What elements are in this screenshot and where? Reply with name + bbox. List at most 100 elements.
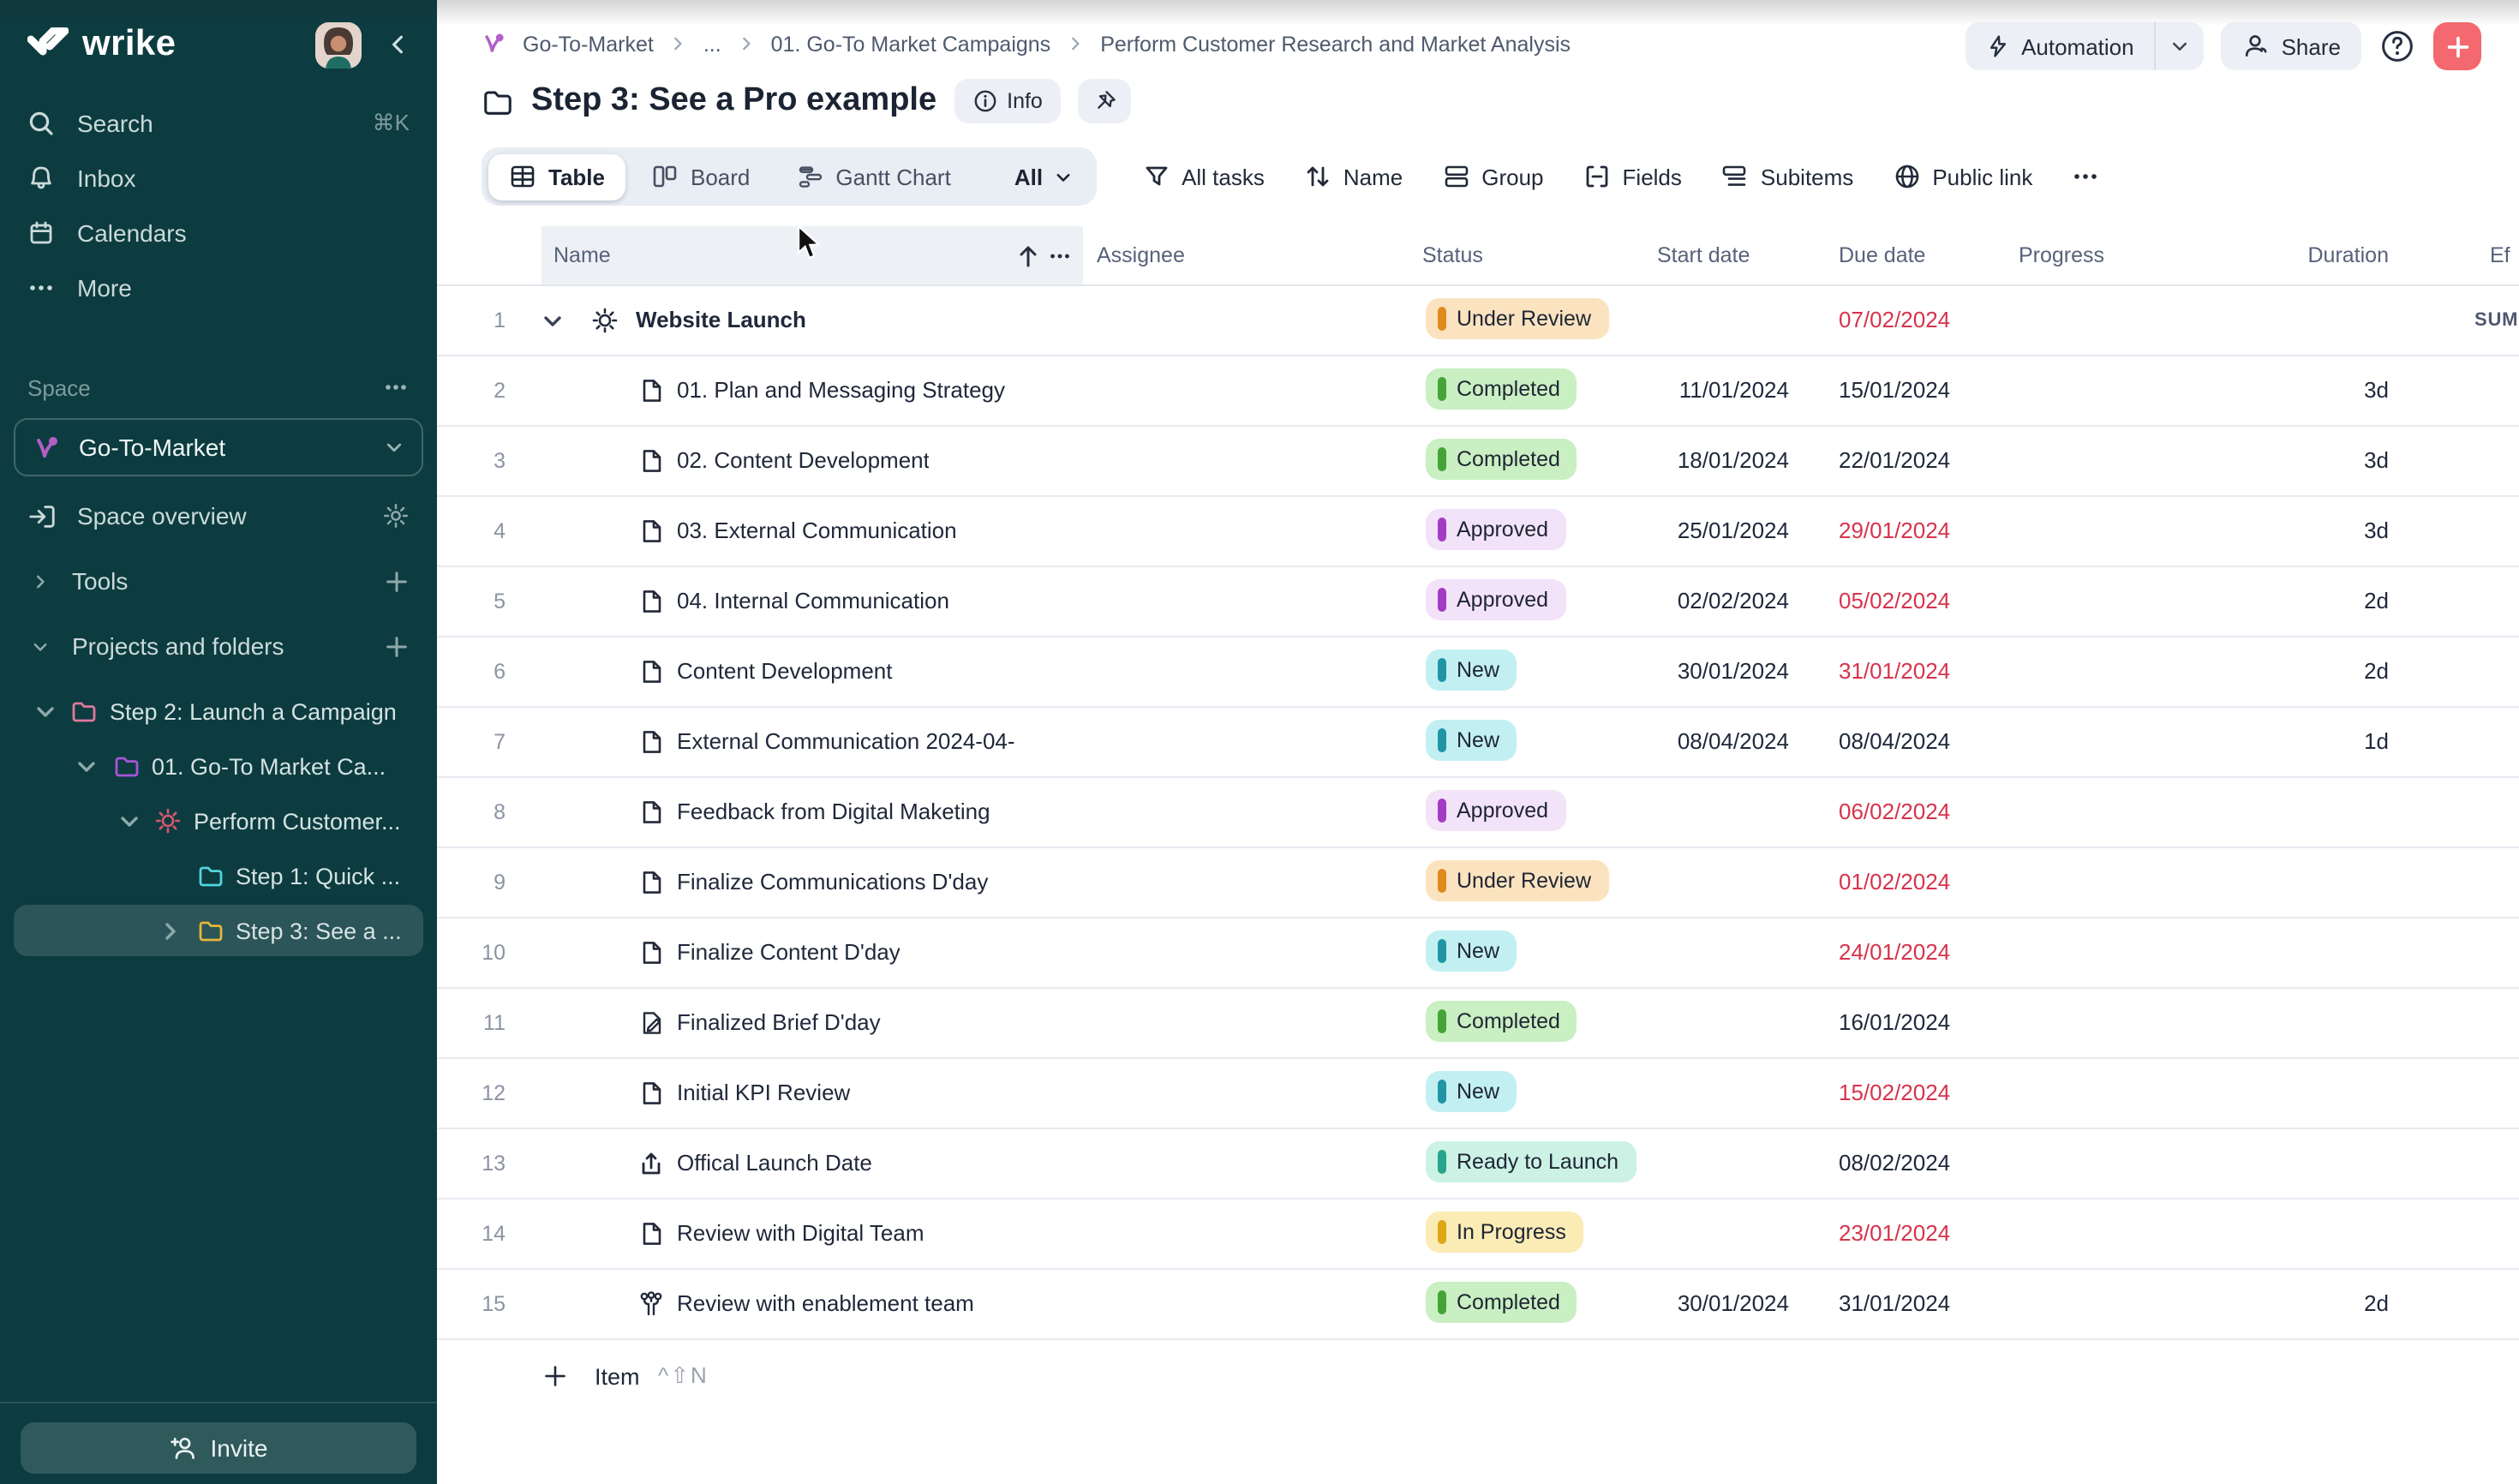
status-badge[interactable]: Under Review [1426,860,1608,901]
due-date[interactable]: 08/04/2024 [1839,706,1950,776]
start-date[interactable]: 25/01/2024 [1618,495,1789,565]
start-date[interactable]: 30/01/2024 [1618,1268,1789,1338]
task-name[interactable]: Feedback from Digital Maketing [677,776,990,847]
toolbar-sort-name-button[interactable]: Name [1304,163,1403,190]
pin-button[interactable] [1079,79,1132,123]
due-date[interactable]: 06/02/2024 [1839,776,1950,847]
task-name[interactable]: 01. Plan and Messaging Strategy [677,355,1005,425]
table-row[interactable]: 504. Internal CommunicationApproved02/02… [437,565,2519,637]
duration[interactable]: 2d [2217,636,2389,706]
collapse-sidebar-icon[interactable] [382,29,413,60]
table-row[interactable]: 6Content DevelopmentNew30/01/202431/01/2… [437,636,2519,708]
task-name[interactable]: Finalize Content D'day [677,917,900,987]
status-badge[interactable]: Approved [1426,509,1565,550]
chevron-down-icon[interactable] [117,808,141,834]
task-name[interactable]: Offical Launch Date [677,1128,872,1198]
breadcrumb-item[interactable]: ... [703,32,721,56]
due-date[interactable]: 01/02/2024 [1839,847,1950,917]
scope-selector[interactable]: All [997,153,1089,200]
task-name[interactable]: 02. Content Development [677,425,930,495]
table-row[interactable]: 9Finalize Communications D'dayUnder Revi… [437,847,2519,919]
duration[interactable]: 3d [2217,355,2389,425]
start-date[interactable]: 11/01/2024 [1618,355,1789,425]
due-date[interactable]: 24/01/2024 [1839,917,1950,987]
toolbar-fields-button[interactable]: Fields [1583,163,1682,190]
due-date[interactable]: 08/02/2024 [1839,1128,1950,1198]
due-date[interactable]: 15/02/2024 [1839,1057,1950,1128]
gear-icon[interactable] [382,502,410,530]
table-row[interactable]: 14Review with Digital TeamIn Progress23/… [437,1198,2519,1270]
sidebar-item-tools[interactable]: Tools [0,555,437,607]
task-name[interactable]: Content Development [677,636,893,706]
task-name[interactable]: Review with enablement team [677,1268,974,1338]
column-header-start-date[interactable]: Start date [1657,226,1750,284]
view-tab-gantt[interactable]: Gantt Chart [775,153,971,200]
duration[interactable]: 1d [2217,706,2389,776]
task-name[interactable]: 04. Internal Communication [677,565,949,636]
table-row[interactable]: 302. Content DevelopmentCompleted18/01/2… [437,425,2519,497]
table-row[interactable]: 403. External CommunicationApproved25/01… [437,495,2519,567]
toolbar-group-button[interactable]: Group [1442,163,1543,190]
create-new-button[interactable] [2433,22,2481,70]
status-badge[interactable]: In Progress [1426,1212,1583,1253]
sidebar-item-calendars[interactable]: Calendars [0,206,437,260]
toolbar-more-button[interactable] [2072,163,2099,190]
chevron-down-icon[interactable] [75,753,99,779]
table-row[interactable]: 10Finalize Content D'dayNew24/01/2024 [437,917,2519,989]
expand-chevron-icon[interactable] [540,308,565,334]
sort-ascending-icon[interactable] [1016,242,1040,268]
breadcrumb-item[interactable]: 01. Go-To Market Campaigns [771,32,1051,56]
chevron-down-icon[interactable] [33,698,57,724]
start-date[interactable]: 18/01/2024 [1618,425,1789,495]
table-row[interactable]: 12Initial KPI ReviewNew15/02/2024 [437,1057,2519,1129]
sidebar-item-inbox[interactable]: Inbox [0,151,437,206]
status-badge[interactable]: Under Review [1426,298,1608,339]
table-row[interactable]: 8Feedback from Digital MaketingApproved0… [437,776,2519,848]
table-row[interactable]: 11Finalized Brief D'dayCompleted16/01/20… [437,987,2519,1059]
due-date[interactable]: 22/01/2024 [1839,425,1950,495]
status-badge[interactable]: New [1426,1071,1517,1112]
column-header-duration[interactable]: Duration [2217,226,2389,284]
status-badge[interactable]: Ready to Launch [1426,1141,1636,1182]
toolbar-all-tasks-button[interactable]: All tasks [1142,163,1265,190]
invite-button[interactable]: Invite [21,1422,416,1474]
duration[interactable]: 2d [2217,1268,2389,1338]
column-menu-icon[interactable] [1047,242,1073,268]
view-tab-table[interactable]: Table [488,153,625,200]
plus-icon[interactable] [384,568,410,594]
toolbar-subitems-button[interactable]: Subitems [1721,163,1853,190]
plus-icon[interactable] [384,633,410,659]
start-date[interactable]: 08/04/2024 [1618,706,1789,776]
status-badge[interactable]: Completed [1426,1001,1577,1042]
task-name[interactable]: Finalize Communications D'day [677,847,988,917]
automation-dropdown[interactable] [2155,22,2205,70]
table-row[interactable]: 7External Communication 2024-04-New08/04… [437,706,2519,778]
column-header-progress[interactable]: Progress [2019,226,2104,284]
sidebar-item-more[interactable]: More [0,260,437,315]
status-badge[interactable]: New [1426,930,1517,972]
status-badge[interactable]: Completed [1426,368,1577,410]
tree-item[interactable]: Step 3: See a ... [14,905,423,956]
breadcrumb-item[interactable]: Perform Customer Research and Market Ana… [1100,32,1571,56]
sidebar-item-projects-folders[interactable]: Projects and folders [0,620,437,672]
start-date[interactable]: 02/02/2024 [1618,565,1789,636]
column-header-effort[interactable]: Ef [2490,226,2510,284]
breadcrumb-item[interactable]: Go-To-Market [523,32,654,56]
user-avatar[interactable] [315,21,362,68]
column-header-assignee[interactable]: Assignee [1097,226,1185,284]
toolbar-public-link-button[interactable]: Public link [1893,163,2032,190]
due-date[interactable]: 16/01/2024 [1839,987,1950,1057]
sidebar-item-space-overview[interactable]: Space overview [0,490,437,542]
due-date[interactable]: 29/01/2024 [1839,495,1950,565]
due-date[interactable]: 07/02/2024 [1839,284,1950,355]
due-date[interactable]: 31/01/2024 [1839,636,1950,706]
help-button[interactable] [2378,27,2416,65]
due-date[interactable]: 05/02/2024 [1839,565,1950,636]
duration[interactable]: 2d [2217,565,2389,636]
sidebar-item-search[interactable]: Search⌘K [0,96,437,151]
task-name[interactable]: Website Launch [636,284,806,355]
tree-item[interactable]: 01. Go-To Market Ca... [14,740,423,792]
space-selector[interactable]: Go-To-Market [14,418,423,476]
chevron-right-icon[interactable] [159,918,182,943]
tree-item[interactable]: Step 1: Quick ... [14,850,423,901]
